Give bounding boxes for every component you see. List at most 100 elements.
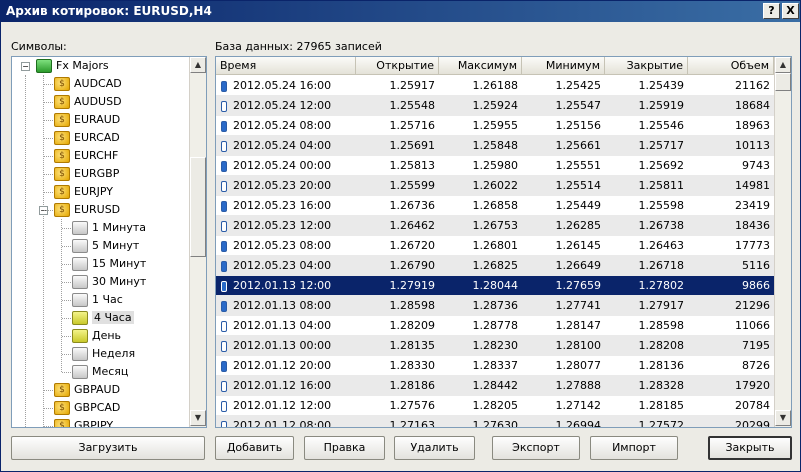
tree-item[interactable]: $ EURCHF [54, 147, 118, 165]
table-row[interactable]: 2012.05.24 12:00 1.25548 1.25924 1.25547 1.2… [216, 96, 774, 116]
tree-item[interactable]: 1 Минута [72, 219, 146, 237]
table-cell: 1.28044 [472, 279, 519, 292]
tree-item[interactable]: 4 Часа [72, 309, 134, 327]
scroll-down-icon[interactable]: ▼ [190, 410, 206, 426]
column-header[interactable]: Закрытие [605, 57, 688, 75]
tree-item[interactable]: День [72, 327, 121, 345]
table-cell: 1.25955 [472, 119, 519, 132]
tree-item[interactable]: $ EURUSD [54, 201, 120, 219]
row-time: 2012.05.23 04:00 [233, 259, 332, 272]
quotes-table[interactable]: Время Открытие Максимум Минимум Закрытие Объе… [215, 56, 792, 428]
table-vertical-scrollbar[interactable]: ▲ ▼ [774, 57, 791, 427]
table-cell: 1.28185 [638, 399, 685, 412]
table-cell: 1.28442 [472, 379, 519, 392]
table-row[interactable]: 2012.01.13 08:00 1.28598 1.28736 1.27741 1.2… [216, 296, 774, 316]
add-button[interactable]: Добавить [215, 436, 294, 460]
table-row[interactable]: 2012.01.13 12:00 1.27919 1.28044 1.27659 1.2… [216, 276, 774, 296]
table-header: Время Открытие Максимум Минимум Закрытие Объе… [216, 57, 774, 75]
tree-item-label: GBPJPY [74, 419, 114, 428]
table-row[interactable]: 2012.05.24 04:00 1.25691 1.25848 1.25661 1.2… [216, 136, 774, 156]
table-cell: 1.26285 [555, 219, 602, 232]
table-cell: 1.28077 [555, 359, 602, 372]
edit-button[interactable]: Правка [304, 436, 385, 460]
table-row[interactable]: 2012.05.24 08:00 1.25716 1.25955 1.25156 1.2… [216, 116, 774, 136]
tree-root-fx-majors[interactable]: Fx Majors [36, 57, 109, 75]
scroll-down-icon[interactable]: ▼ [775, 410, 791, 426]
column-header[interactable]: Максимум [439, 57, 522, 75]
tree-item[interactable]: $ EURGBP [54, 165, 119, 183]
column-header[interactable]: Время [216, 57, 356, 75]
table-row[interactable]: 2012.01.13 00:00 1.28135 1.28230 1.28100 1.2… [216, 336, 774, 356]
import-button[interactable]: Импорт [590, 436, 678, 460]
tree-item[interactable]: 15 Минут [72, 255, 146, 273]
symbol-coin-icon: $ [54, 203, 70, 217]
table-row[interactable]: 2012.01.12 20:00 1.28330 1.28337 1.28077 1.2… [216, 356, 774, 376]
tree-item[interactable]: 30 Минут [72, 273, 146, 291]
tree-item-label: 1 Минута [92, 221, 146, 234]
column-header[interactable]: Минимум [522, 57, 605, 75]
scroll-thumb[interactable] [190, 157, 206, 257]
table-cell: 17920 [735, 379, 770, 392]
bull-candle-icon [221, 420, 227, 427]
bull-candle-icon [221, 220, 227, 232]
folder-icon [36, 59, 52, 73]
tree-item[interactable]: 1 Час [72, 291, 123, 309]
row-time: 2012.05.23 20:00 [233, 179, 332, 192]
symbol-coin-icon: $ [54, 113, 70, 127]
load-button[interactable]: Загрузить [11, 436, 205, 460]
tree-item[interactable]: $ GBPJPY [54, 417, 114, 428]
table-row[interactable]: 2012.05.23 12:00 1.26462 1.26753 1.26285 1.2… [216, 216, 774, 236]
row-time: 2012.05.24 08:00 [233, 119, 332, 132]
table-cell: 2012.05.24 04:00 [216, 136, 356, 156]
table-row[interactable]: 2012.05.23 20:00 1.25599 1.26022 1.25514 1.2… [216, 176, 774, 196]
table-row[interactable]: 2012.01.12 12:00 1.27576 1.28205 1.27142 1.2… [216, 396, 774, 416]
tree-item[interactable]: $ AUDUSD [54, 93, 122, 111]
period-icon [72, 275, 88, 289]
tree-item[interactable]: $ GBPCAD [54, 399, 120, 417]
export-button[interactable]: Экспорт [492, 436, 580, 460]
tree-item[interactable]: Неделя [72, 345, 135, 363]
table-row[interactable]: 2012.05.23 08:00 1.26720 1.26801 1.26145 1.2… [216, 236, 774, 256]
tree-item-label: EURJPY [74, 185, 113, 198]
tree-item[interactable]: $ GBPAUD [54, 381, 120, 399]
table-cell: 1.25599 [389, 179, 436, 192]
table-cell: 1.26463 [638, 239, 685, 252]
help-button[interactable]: ? [763, 3, 780, 19]
period-icon [72, 239, 88, 253]
table-row[interactable]: 2012.05.23 16:00 1.26736 1.26858 1.25449 1.2… [216, 196, 774, 216]
table-row[interactable]: 2012.01.12 08:00 1.27163 1.27630 1.26994 1.2… [216, 416, 774, 427]
table-cell: 1.27888 [555, 379, 602, 392]
table-cell: 7195 [742, 339, 770, 352]
tree-item[interactable]: $ EURAUD [54, 111, 120, 129]
tree-item[interactable]: $ EURJPY [54, 183, 113, 201]
table-row[interactable]: 2012.01.12 16:00 1.28186 1.28442 1.27888 1.2… [216, 376, 774, 396]
table-cell: 1.25813 [389, 159, 436, 172]
table-cell: 1.25449 [555, 199, 602, 212]
close-button[interactable]: Закрыть [708, 436, 792, 460]
close-window-button[interactable]: X [782, 3, 799, 19]
table-row[interactable]: 2012.01.13 04:00 1.28209 1.28778 1.28147 1.2… [216, 316, 774, 336]
scroll-up-icon[interactable]: ▲ [775, 57, 791, 73]
bull-candle-icon [221, 340, 227, 352]
tree-vertical-scrollbar[interactable]: ▲ ▼ [189, 57, 206, 427]
collapse-root-icon[interactable]: − [21, 62, 30, 71]
column-header[interactable]: Открытие [356, 57, 439, 75]
tree-item[interactable]: $ AUDCAD [54, 75, 122, 93]
tree-item[interactable]: Месяц [72, 363, 128, 381]
table-cell: 2012.01.12 20:00 [216, 356, 356, 376]
column-header[interactable]: Объем [688, 57, 774, 75]
table-cell: 1.25917 [389, 79, 436, 92]
bear-candle-icon [221, 260, 227, 272]
table-row[interactable]: 2012.05.23 04:00 1.26790 1.26825 1.26649 1.2… [216, 256, 774, 276]
row-time: 2012.05.24 04:00 [233, 139, 332, 152]
scroll-up-icon[interactable]: ▲ [190, 57, 206, 73]
table-cell: 18684 [735, 99, 770, 112]
symbols-tree[interactable]: − Fx Majors − ▲ ▼ $ AUDCAD $ AUDUSD $ EURAUD $… [11, 56, 207, 428]
table-row[interactable]: 2012.05.24 00:00 1.25813 1.25980 1.25551 1.2… [216, 156, 774, 176]
table-row[interactable]: 2012.05.24 16:00 1.25917 1.26188 1.25425 1.2… [216, 76, 774, 96]
database-record-count: База данных: 27965 записей [215, 40, 382, 53]
tree-item[interactable]: $ EURCAD [54, 129, 120, 147]
scroll-thumb[interactable] [775, 73, 791, 91]
tree-item[interactable]: 5 Минут [72, 237, 139, 255]
delete-button[interactable]: Удалить [394, 436, 475, 460]
